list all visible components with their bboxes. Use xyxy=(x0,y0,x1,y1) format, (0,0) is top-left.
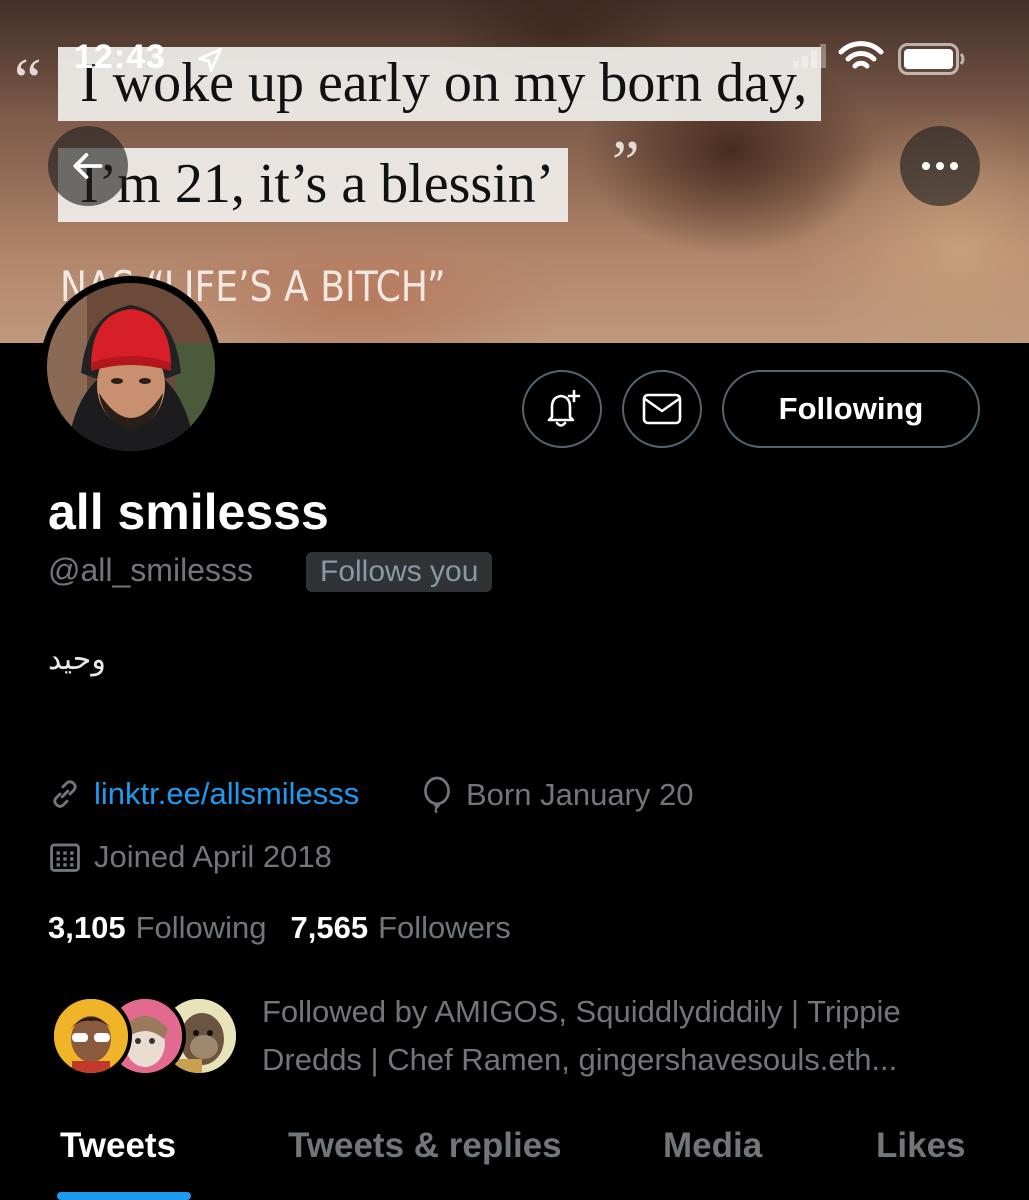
profile-bio: وحيد xyxy=(48,642,106,677)
followers-count-link[interactable]: 7,565 Followers xyxy=(291,910,511,946)
banner-quote-line-1: I woke up early on my born day, xyxy=(58,47,822,121)
following-count: 3,105 xyxy=(48,910,126,945)
following-button[interactable]: Following xyxy=(722,370,980,448)
bell-plus-icon xyxy=(547,389,581,427)
banner-open-quote: “ xyxy=(14,47,42,115)
wifi-icon xyxy=(838,41,884,69)
banner-close-quote: ” xyxy=(612,129,640,197)
tab-likes[interactable]: Likes xyxy=(876,1126,966,1166)
avatar-image xyxy=(47,283,215,451)
following-count-link[interactable]: 3,105 Following xyxy=(48,910,267,946)
birthday-row: Born January 20 xyxy=(420,776,693,814)
signal-icon xyxy=(793,44,826,68)
active-tab-indicator xyxy=(57,1192,191,1200)
tab-tweets-and-replies[interactable]: Tweets & replies xyxy=(288,1126,562,1166)
location-arrow-icon xyxy=(198,48,222,72)
follow-counts: 3,105 Following 7,565 Followers xyxy=(48,910,535,946)
back-button[interactable] xyxy=(48,126,128,206)
tab-media[interactable]: Media xyxy=(663,1126,762,1166)
followed-by-text[interactable]: Followed by AMIGOS, Squiddlydiddily | Tr… xyxy=(262,988,982,1084)
followers-count: 7,565 xyxy=(290,910,369,945)
joined-row: Joined April 2018 xyxy=(48,839,332,875)
link-icon xyxy=(53,780,77,808)
envelope-icon xyxy=(642,393,682,425)
profile-link[interactable]: linktr.ee/allsmilesss xyxy=(94,776,359,812)
battery-icon xyxy=(898,43,965,75)
notifications-button[interactable] xyxy=(522,370,602,448)
joined-text: Joined April 2018 xyxy=(94,839,332,874)
profile-tabs: Tweets Tweets & replies Media Likes xyxy=(0,1110,1029,1200)
calendar-icon xyxy=(50,843,80,872)
message-button[interactable] xyxy=(622,370,702,448)
back-arrow-icon xyxy=(73,153,103,179)
status-time: 12:43 xyxy=(74,38,166,76)
follows-you-badge: Follows you xyxy=(306,552,493,592)
followed-by-avatar[interactable] xyxy=(50,995,132,1077)
more-options-button[interactable] xyxy=(900,126,980,206)
display-name: all smilesss xyxy=(48,484,329,540)
avatar-image xyxy=(54,999,128,1073)
balloon-icon xyxy=(424,776,450,814)
birthday-text: Born January 20 xyxy=(466,777,694,812)
followers-label: Followers xyxy=(378,910,511,945)
profile-link-row[interactable]: linktr.ee/allsmilesss xyxy=(48,776,359,812)
more-icon xyxy=(922,162,958,170)
user-handle: @all_smilesss xyxy=(48,552,253,588)
profile-avatar[interactable] xyxy=(40,276,222,458)
tab-tweets[interactable]: Tweets xyxy=(60,1126,176,1166)
following-label: Following xyxy=(135,910,267,945)
banner-quote-line-2: I’m 21, it’s a blessin’ xyxy=(58,148,569,222)
